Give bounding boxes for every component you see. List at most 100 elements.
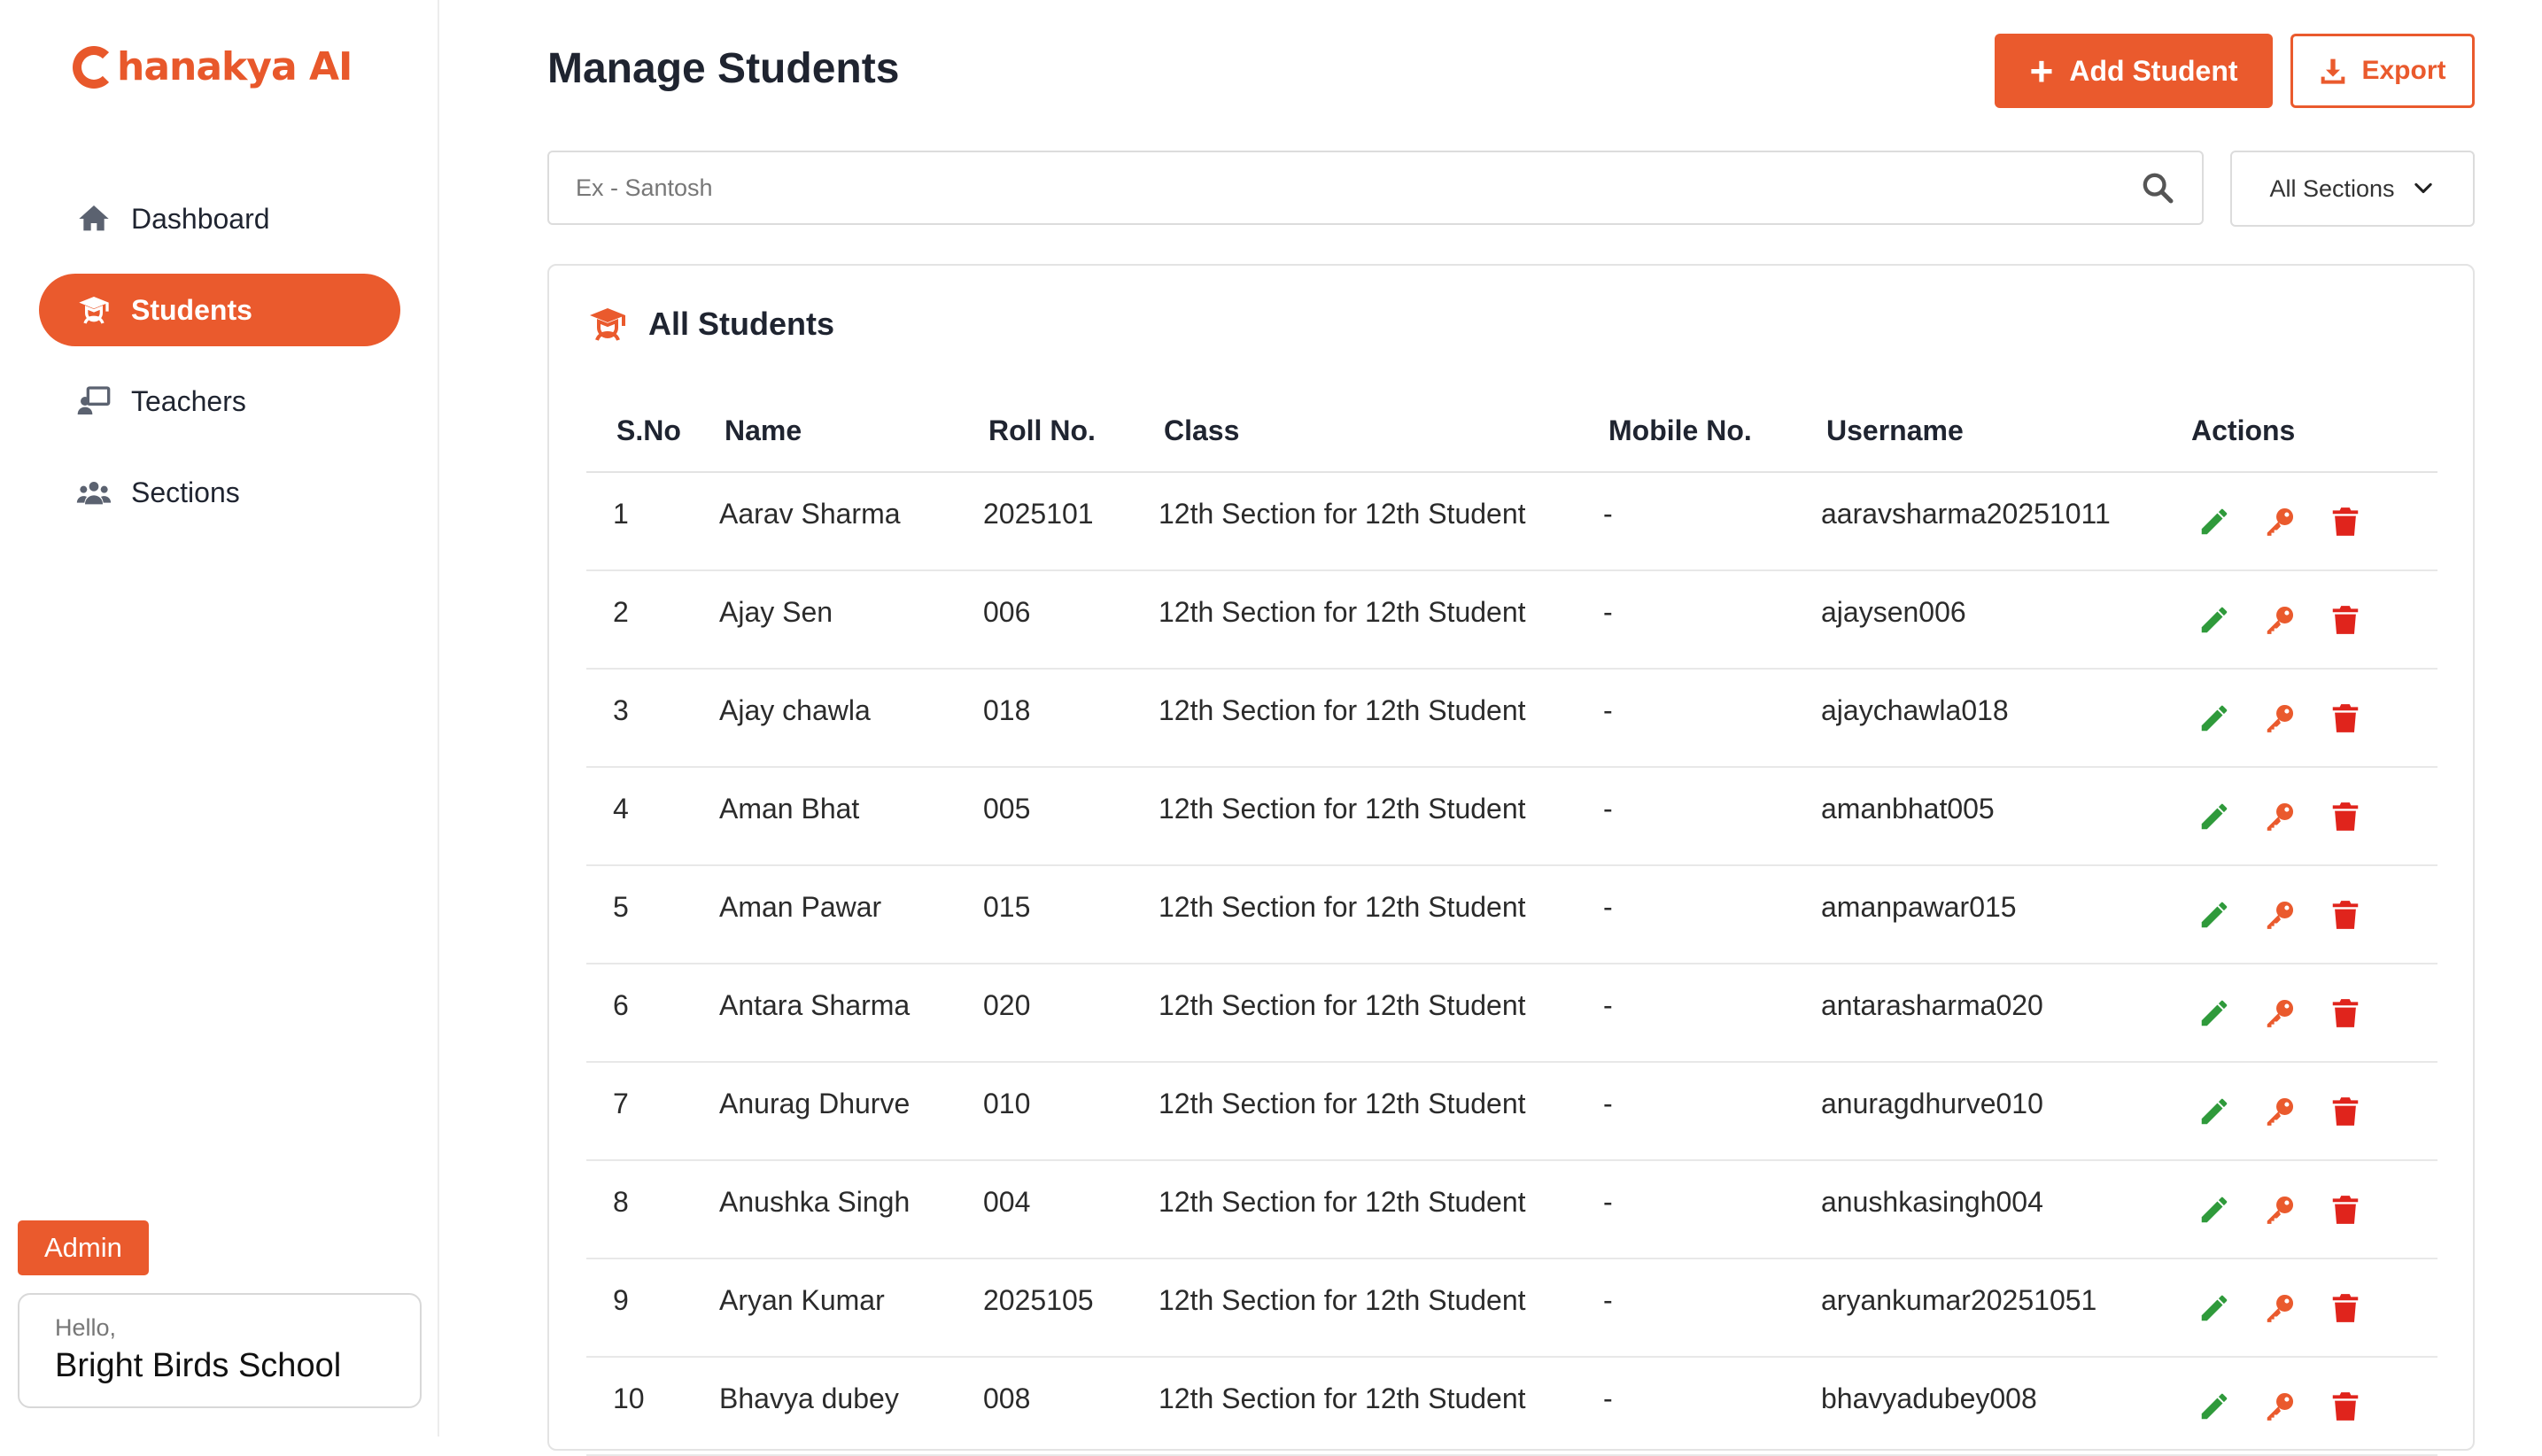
cell-roll: 010 xyxy=(983,1088,1031,1119)
school-name: Bright Birds School xyxy=(55,1347,342,1384)
panel-title: All Students xyxy=(648,306,835,342)
key-icon[interactable] xyxy=(2260,895,2299,934)
trash-icon[interactable] xyxy=(2326,699,2365,738)
cell-class: 12th Section for 12th Student xyxy=(1159,596,1526,628)
edit-icon[interactable] xyxy=(2195,600,2234,639)
column-header-roll[interactable]: Roll No. xyxy=(983,414,1159,447)
edit-icon[interactable] xyxy=(2195,502,2234,541)
sidebar-item-students[interactable]: Students xyxy=(39,274,400,346)
cell-name: Aman Bhat xyxy=(719,793,860,825)
table-row[interactable]: 6 Antara Sharma 020 12th Section for 12t… xyxy=(586,964,2437,1063)
table-row[interactable]: 9 Aryan Kumar 2025105 12th Section for 1… xyxy=(586,1259,2437,1358)
trash-icon[interactable] xyxy=(2326,1190,2365,1229)
edit-icon[interactable] xyxy=(2195,797,2234,836)
cell-roll: 2025105 xyxy=(983,1284,1094,1316)
column-header-name[interactable]: Name xyxy=(719,414,983,447)
cell-sno: 10 xyxy=(613,1382,645,1414)
cell-class: 12th Section for 12th Student xyxy=(1159,1284,1526,1316)
graduate-icon xyxy=(590,308,625,341)
row-actions xyxy=(2186,797,2437,836)
cell-mobile: - xyxy=(1603,694,1613,726)
students-table: S.No Name Roll No. Class Mobile No. User… xyxy=(586,390,2437,1456)
page-title: Manage Students xyxy=(547,45,900,92)
sidebar-item-label: Dashboard xyxy=(131,202,270,235)
edit-icon[interactable] xyxy=(2195,1289,2234,1328)
key-icon[interactable] xyxy=(2260,994,2299,1033)
trash-icon[interactable] xyxy=(2326,1092,2365,1131)
cell-username: ajaysen006 xyxy=(1821,596,1966,628)
key-icon[interactable] xyxy=(2260,502,2299,541)
cell-mobile: - xyxy=(1603,989,1613,1021)
edit-icon[interactable] xyxy=(2195,895,2234,934)
trash-icon[interactable] xyxy=(2326,1289,2365,1328)
edit-icon[interactable] xyxy=(2195,1387,2234,1426)
edit-icon[interactable] xyxy=(2195,1092,2234,1131)
row-actions xyxy=(2186,895,2437,934)
column-header-actions: Actions xyxy=(2191,414,2296,446)
brand-logo[interactable]: hanakya AI xyxy=(73,44,353,89)
key-icon[interactable] xyxy=(2260,699,2299,738)
sections-filter-value: All Sections xyxy=(2269,174,2395,202)
edit-icon[interactable] xyxy=(2195,994,2234,1033)
trash-icon[interactable] xyxy=(2326,600,2365,639)
table-row[interactable]: 4 Aman Bhat 005 12th Section for 12th St… xyxy=(586,768,2437,866)
table-row[interactable]: 2 Ajay Sen 006 12th Section for 12th Stu… xyxy=(586,571,2437,670)
cell-roll: 020 xyxy=(983,989,1031,1021)
sections-filter-select[interactable]: All Sections xyxy=(2230,151,2475,227)
key-icon[interactable] xyxy=(2260,797,2299,836)
column-header-class[interactable]: Class xyxy=(1159,414,1603,447)
key-icon[interactable] xyxy=(2260,1190,2299,1229)
cell-name: Aman Pawar xyxy=(719,891,882,923)
role-badge: Admin xyxy=(18,1220,149,1275)
sidebar-item-label: Sections xyxy=(131,476,240,508)
trash-icon[interactable] xyxy=(2326,895,2365,934)
edit-icon[interactable] xyxy=(2195,699,2234,738)
cell-roll: 2025101 xyxy=(983,498,1094,530)
cell-username: amanpawar015 xyxy=(1821,891,2017,923)
cell-sno: 7 xyxy=(613,1088,629,1119)
trash-icon[interactable] xyxy=(2326,502,2365,541)
table-row[interactable]: 1 Aarav Sharma 2025101 12th Section for … xyxy=(586,473,2437,571)
search-icon[interactable] xyxy=(2140,170,2175,205)
table-row[interactable]: 3 Ajay chawla 018 12th Section for 12th … xyxy=(586,670,2437,768)
key-icon[interactable] xyxy=(2260,1289,2299,1328)
edit-icon[interactable] xyxy=(2195,1190,2234,1229)
search-input[interactable] xyxy=(576,174,2140,202)
plus-icon: + xyxy=(2029,48,2054,94)
cell-mobile: - xyxy=(1603,498,1613,530)
add-student-button[interactable]: + Add Student xyxy=(1995,34,2273,108)
key-icon[interactable] xyxy=(2260,1387,2299,1426)
table-row[interactable]: 7 Anurag Dhurve 010 12th Section for 12t… xyxy=(586,1063,2437,1161)
sidebar-item-teachers[interactable]: Teachers xyxy=(39,365,400,438)
column-header-sno[interactable]: S.No xyxy=(586,414,719,447)
cell-name: Anushka Singh xyxy=(719,1186,911,1218)
students-panel: All Students S.No Name Roll No. Class Mo… xyxy=(547,264,2475,1456)
trash-icon[interactable] xyxy=(2326,797,2365,836)
brand-name: hanakya AI xyxy=(117,44,353,89)
cell-class: 12th Section for 12th Student xyxy=(1159,1382,1526,1414)
sidebar-nav: Dashboard Students Teachers Sections xyxy=(39,182,400,547)
cell-name: Antara Sharma xyxy=(719,989,911,1021)
key-icon[interactable] xyxy=(2260,1092,2299,1131)
export-button[interactable]: Export xyxy=(2290,34,2475,108)
trash-icon[interactable] xyxy=(2326,1387,2365,1426)
table-row[interactable]: 10 Bhavya dubey 008 12th Section for 12t… xyxy=(586,1358,2437,1456)
teacher-board-icon xyxy=(74,382,113,421)
cell-name: Aarav Sharma xyxy=(719,498,901,530)
chevron-down-icon xyxy=(2414,182,2432,194)
cell-roll: 005 xyxy=(983,793,1031,825)
column-header-username[interactable]: Username xyxy=(1821,414,2186,447)
cell-class: 12th Section for 12th Student xyxy=(1159,498,1526,530)
sidebar-item-sections[interactable]: Sections xyxy=(39,456,400,529)
column-header-mobile[interactable]: Mobile No. xyxy=(1603,414,1821,447)
table-row[interactable]: 5 Aman Pawar 015 12th Section for 12th S… xyxy=(586,866,2437,964)
sidebar-item-dashboard[interactable]: Dashboard xyxy=(39,182,400,255)
cell-roll: 015 xyxy=(983,891,1031,923)
cell-sno: 6 xyxy=(613,989,629,1021)
export-label: Export xyxy=(2361,56,2446,85)
profile-card[interactable]: Hello, Bright Birds School xyxy=(18,1293,422,1408)
trash-icon[interactable] xyxy=(2326,994,2365,1033)
cell-name: Ajay chawla xyxy=(719,694,871,726)
key-icon[interactable] xyxy=(2260,600,2299,639)
table-row[interactable]: 8 Anushka Singh 004 12th Section for 12t… xyxy=(586,1161,2437,1259)
